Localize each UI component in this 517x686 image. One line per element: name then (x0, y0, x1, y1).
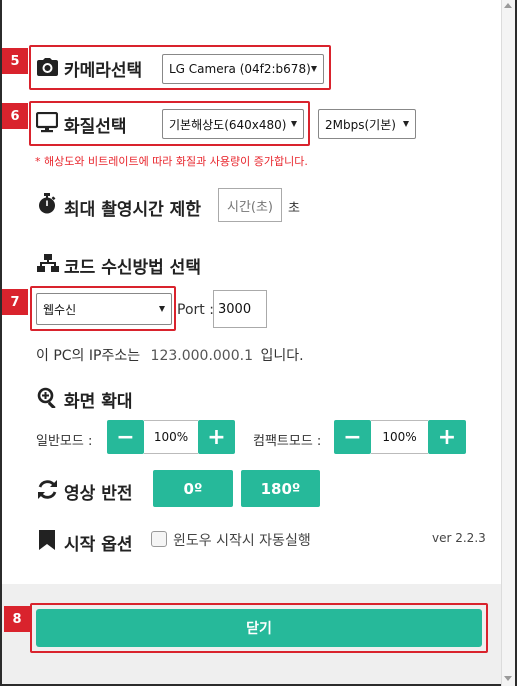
quality-label: 화질선택 (64, 117, 127, 137)
ip-suffix: 입니다. (260, 348, 304, 364)
refresh-icon (38, 480, 57, 499)
camera-label: 카메라선택 (64, 61, 143, 81)
compact-zoom-plus-button[interactable]: + (428, 420, 466, 454)
start-options-label: 시작 옵션 (64, 535, 133, 555)
stopwatch-icon (39, 193, 56, 214)
bookmark-icon (39, 530, 55, 550)
close-button[interactable]: 닫기 (36, 609, 482, 647)
ip-address: 123.000.000.1 (150, 348, 253, 364)
flip-0-button[interactable]: 0º (153, 470, 233, 507)
camera-select[interactable]: LG Camera (04f2:b678) (162, 54, 324, 84)
chevron-down-icon (159, 306, 165, 312)
scrollbar[interactable] (501, 0, 515, 686)
receive-method-select[interactable]: 웹수신 (36, 293, 172, 325)
flip-180-button[interactable]: 180º (241, 470, 320, 507)
ip-info-text: 이 PC의 IP주소는 123.000.000.1 입니다. (36, 345, 304, 365)
annotation-badge-6: 6 (2, 103, 28, 129)
normal-zoom-plus-button[interactable]: + (198, 420, 235, 454)
autostart-checkbox[interactable] (151, 531, 167, 547)
flip-label: 영상 반전 (64, 484, 133, 504)
monitor-icon (36, 112, 58, 133)
zoom-in-icon (37, 387, 56, 408)
camera-icon (37, 58, 58, 76)
zoom-label: 화면 확대 (64, 392, 133, 412)
annotation-badge-7: 7 (2, 289, 28, 315)
autostart-label[interactable]: 윈도우 시작시 자동실행 (173, 530, 311, 550)
compact-zoom-minus-button[interactable]: − (334, 420, 371, 454)
chevron-down-icon (311, 66, 317, 72)
port-label: Port : (177, 302, 214, 318)
normal-zoom-value[interactable]: 100% (144, 420, 198, 454)
normal-zoom-minus-button[interactable]: − (107, 420, 144, 454)
bitrate-select-value: 2Mbps(기본) (325, 117, 396, 132)
bitrate-select[interactable]: 2Mbps(기본) (318, 109, 416, 139)
compact-mode-label: 컴팩트모드 : (253, 434, 322, 449)
chevron-down-icon (291, 121, 297, 127)
version-text: ver 2.2.3 (432, 531, 486, 545)
seconds-unit-label: 초 (288, 201, 300, 216)
settings-window: 5 카메라선택 LG Camera (04f2:b678) 6 화질선택 기본해… (0, 0, 517, 686)
normal-mode-label: 일반모드 : (36, 434, 93, 449)
quality-warning-text: * 해상도와 비트레이트에 따라 화질과 사용량이 증가합니다. (35, 155, 308, 168)
scroll-up-arrow-icon[interactable] (504, 3, 512, 8)
annotation-badge-8: 8 (4, 606, 30, 632)
max-time-input[interactable]: 시간(초) (218, 188, 282, 222)
ip-prefix: 이 PC의 IP주소는 (36, 348, 141, 364)
receive-method-value: 웹수신 (43, 302, 77, 317)
max-time-label: 최대 촬영시간 제한 (64, 200, 201, 220)
code-receive-label: 코드 수신방법 선택 (64, 258, 201, 278)
sitemap-icon (37, 254, 59, 272)
annotation-badge-5: 5 (2, 48, 28, 74)
resolution-select-value: 기본해상도(640x480) (169, 117, 287, 132)
camera-select-value: LG Camera (04f2:b678) (169, 62, 311, 76)
compact-zoom-value[interactable]: 100% (371, 420, 428, 454)
resolution-select[interactable]: 기본해상도(640x480) (162, 109, 304, 139)
port-input[interactable]: 3000 (213, 290, 267, 328)
chevron-down-icon (403, 121, 409, 127)
scroll-down-arrow-icon[interactable] (504, 676, 512, 681)
